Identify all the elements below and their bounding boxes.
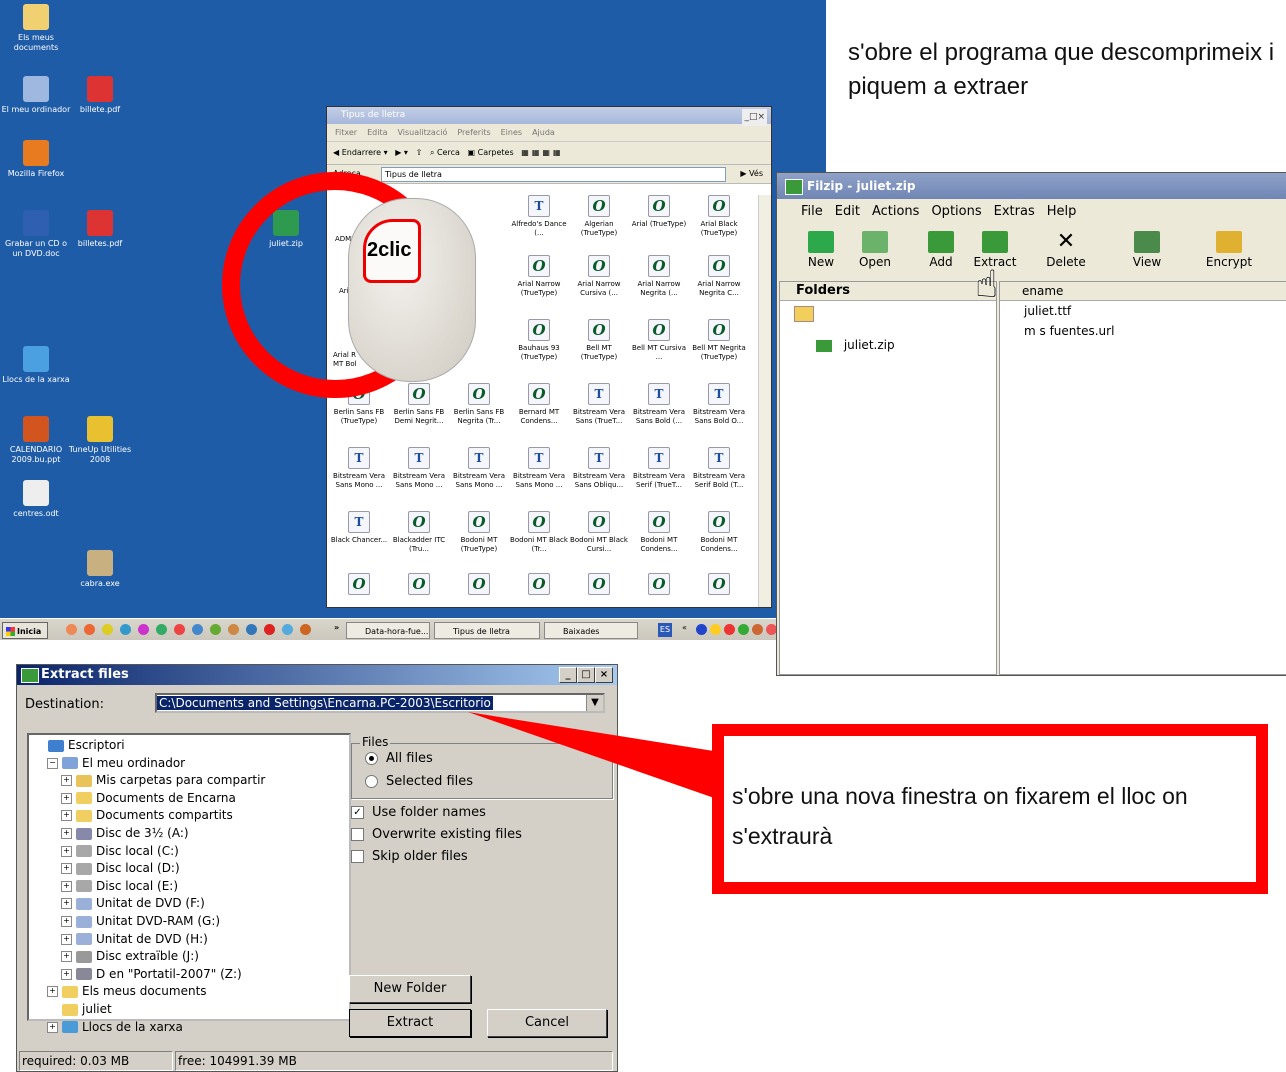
callout-pointer-shape (468, 712, 720, 800)
annotation-callout: s'obre una nova finestra on fixarem el l… (732, 783, 1188, 849)
callout-pointer (468, 712, 720, 800)
